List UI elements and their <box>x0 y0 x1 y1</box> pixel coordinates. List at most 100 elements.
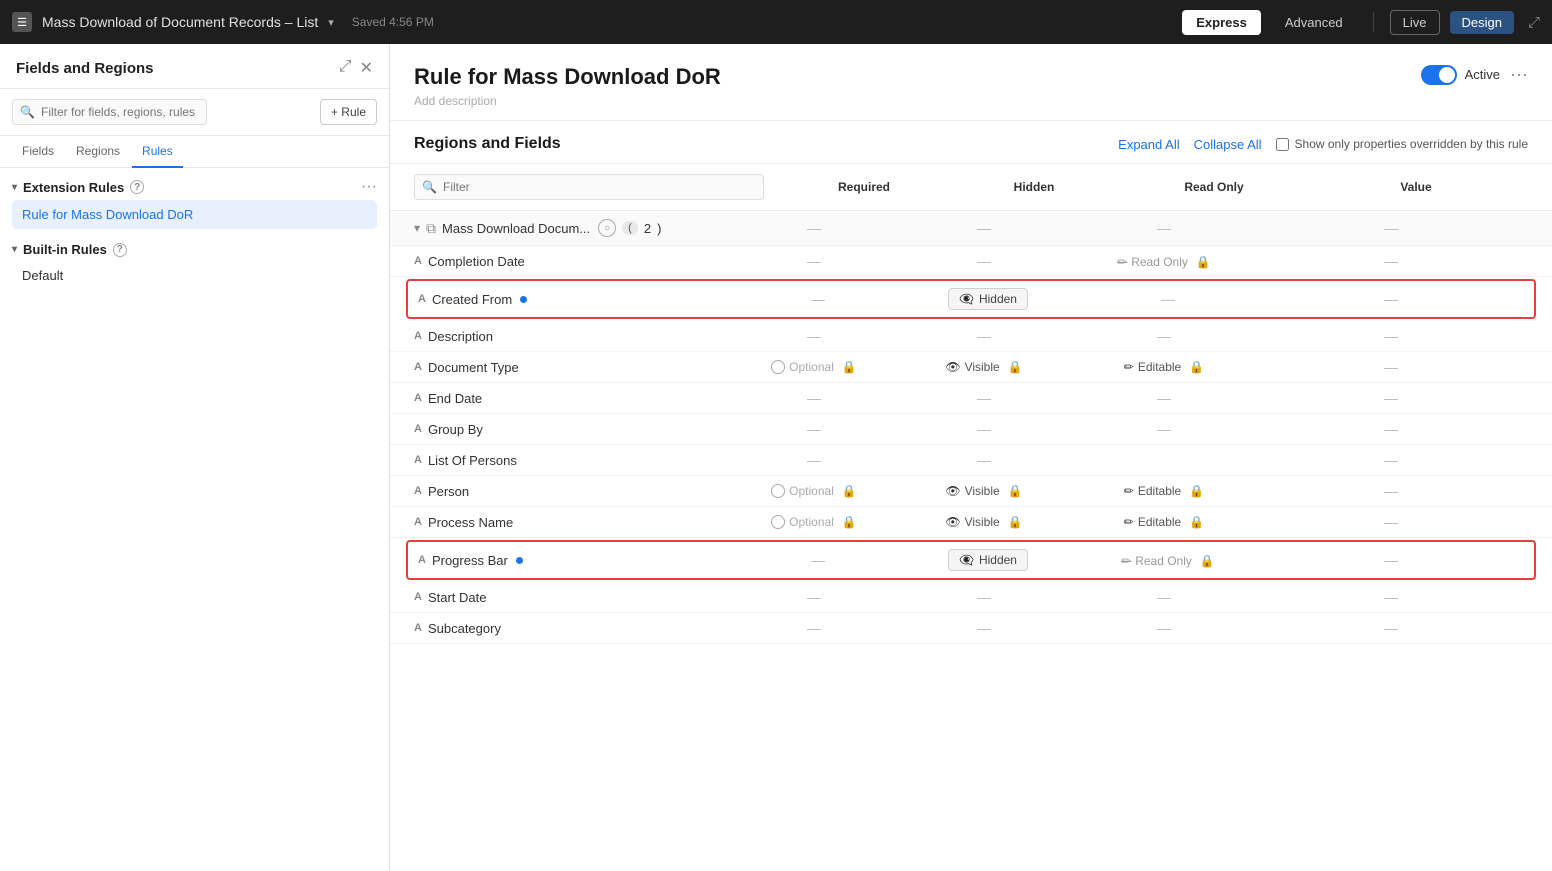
help-icon[interactable]: ? <box>130 180 144 194</box>
active-toggle[interactable] <box>1421 65 1457 85</box>
sidebar-header-icons: ⤢ ✕ <box>339 58 373 78</box>
optional-text: Optional <box>789 515 834 529</box>
col-header-value: Value <box>1304 180 1528 194</box>
table-row: A Group By — — — — <box>390 414 1552 445</box>
field-name: A Subcategory <box>414 621 734 636</box>
field-label: Start Date <box>428 590 487 605</box>
lock-icon: 🔒 <box>1189 360 1204 374</box>
strikethrough-icon: ✏ <box>1117 255 1127 269</box>
region-icon-symbol: ⧉ <box>426 220 436 237</box>
table-row: A Process Name Optional 🔒 👁 Visible 🔒 ✏ … <box>390 507 1552 538</box>
field-hidden-cell: — <box>894 253 1074 269</box>
field-hidden-cell: — <box>894 328 1074 344</box>
close-icon[interactable]: ✕ <box>360 58 373 78</box>
field-hidden-cell: — <box>894 421 1074 437</box>
extension-rules-title[interactable]: ▾ Extension Rules ? <box>12 180 144 195</box>
eye-icon: 👁 <box>945 515 960 529</box>
visible-text: Visible <box>965 484 1000 498</box>
region-value-dash: — <box>1384 220 1398 236</box>
field-readonly-cell[interactable]: ✏ Editable 🔒 <box>1074 484 1254 498</box>
expand-icon[interactable]: ⤢ <box>339 58 352 78</box>
field-hidden-cell[interactable]: 👁 Visible 🔒 <box>894 484 1074 498</box>
doc-icon: ☰ <box>12 12 32 32</box>
add-description[interactable]: Add description <box>414 94 721 108</box>
field-hidden-cell[interactable]: 👁‍🗨 Hidden <box>898 288 1078 310</box>
tab-regions[interactable]: Regions <box>66 136 130 168</box>
strikethrough-icon: ✏ <box>1121 554 1131 568</box>
dot-indicator <box>516 557 523 564</box>
lock-icon: 🔒 <box>842 360 857 374</box>
visible-text: Visible <box>965 515 1000 529</box>
table-row: A Description — — — — <box>390 321 1552 352</box>
field-required-cell[interactable]: Optional 🔒 <box>734 515 894 529</box>
table-body: ▾ ⧉ Mass Download Docum... ○ (2) — — — —… <box>390 211 1552 644</box>
app-title: Mass Download of Document Records – List <box>42 14 318 30</box>
field-readonly-cell: ✏ Read Only 🔒 <box>1078 553 1258 568</box>
express-button[interactable]: Express <box>1182 10 1261 35</box>
field-name: A Created From <box>418 292 738 307</box>
field-required-cell[interactable]: Optional 🔒 <box>734 484 894 498</box>
built-in-rules-title[interactable]: ▾ Built-in Rules ? <box>12 242 127 257</box>
field-readonly-cell[interactable]: ✏ Editable 🔒 <box>1074 515 1254 529</box>
field-label: Process Name <box>428 515 513 530</box>
sidebar-item-default[interactable]: Default <box>12 261 377 290</box>
field-readonly-cell: — <box>1074 620 1254 636</box>
eye-icon: 👁 <box>945 360 960 374</box>
more-icon[interactable]: ··· <box>361 178 377 196</box>
hidden-pill[interactable]: 👁‍🗨 Hidden <box>948 288 1028 310</box>
table-row: A Person Optional 🔒 👁 Visible 🔒 ✏ Editab… <box>390 476 1552 507</box>
region-collapse-icon[interactable]: ▾ <box>414 221 420 235</box>
dropdown-arrow-icon[interactable]: ▾ <box>328 16 334 29</box>
field-required-cell[interactable]: Optional 🔒 <box>734 360 894 374</box>
show-only-checkbox[interactable] <box>1276 138 1289 151</box>
field-value-cell: — <box>1254 390 1528 406</box>
sidebar-search-input[interactable] <box>12 99 207 125</box>
fields-filter-input[interactable] <box>414 174 764 200</box>
rule-more-button[interactable]: ··· <box>1510 64 1528 85</box>
field-readonly-cell[interactable]: ✏ Editable 🔒 <box>1074 360 1254 374</box>
readonly-pill: ✏ Read Only 🔒 <box>1121 554 1215 568</box>
field-name: A Process Name <box>414 515 734 530</box>
optional-radio <box>771 360 785 374</box>
field-hidden-cell[interactable]: 👁 Visible 🔒 <box>894 515 1074 529</box>
editable-text: Editable <box>1138 484 1181 498</box>
hidden-pill[interactable]: 👁‍🗨 Hidden <box>948 549 1028 571</box>
editable-text: Editable <box>1138 515 1181 529</box>
field-value-cell: — <box>1254 359 1528 375</box>
region-hidden-dash: — <box>977 220 991 236</box>
field-label: Progress Bar <box>432 553 508 568</box>
field-required-cell: — <box>738 291 898 307</box>
resize-icon[interactable]: ⤢ <box>1528 14 1540 31</box>
tab-fields[interactable]: Fields <box>12 136 64 168</box>
help-icon-2[interactable]: ? <box>113 243 127 257</box>
field-value-cell: — <box>1254 452 1528 468</box>
collapse-all-button[interactable]: Collapse All <box>1194 137 1262 152</box>
field-hidden-cell: — <box>894 390 1074 406</box>
expand-all-button[interactable]: Expand All <box>1118 137 1179 152</box>
field-required-cell: — <box>734 620 894 636</box>
edit-icon: ✏ <box>1124 515 1134 529</box>
field-hidden-cell: — <box>894 452 1074 468</box>
sidebar-item-rule[interactable]: Rule for Mass Download DoR <box>12 200 377 229</box>
table-row: A End Date — — — — <box>390 383 1552 414</box>
region-row: ▾ ⧉ Mass Download Docum... ○ (2) — — — — <box>390 211 1552 246</box>
design-button[interactable]: Design <box>1450 11 1514 34</box>
field-readonly-cell: — <box>1074 589 1254 605</box>
advanced-button[interactable]: Advanced <box>1271 10 1357 35</box>
readonly-text: Read Only <box>1131 255 1188 269</box>
field-name: A Description <box>414 329 734 344</box>
sidebar-header: Fields and Regions ⤢ ✕ <box>0 44 389 89</box>
sidebar-title: Fields and Regions <box>16 60 154 77</box>
field-hidden-cell[interactable]: 👁 Visible 🔒 <box>894 360 1074 374</box>
show-only-checkbox-wrap[interactable]: Show only properties overridden by this … <box>1276 137 1528 151</box>
add-rule-button[interactable]: + Rule <box>320 99 377 125</box>
field-label: Completion Date <box>428 254 525 269</box>
field-label: End Date <box>428 391 482 406</box>
field-hidden-cell[interactable]: 👁‍🗨 Hidden <box>898 549 1078 571</box>
sidebar: Fields and Regions ⤢ ✕ 🔍 + Rule Fields R… <box>0 44 390 871</box>
tab-rules[interactable]: Rules <box>132 136 183 168</box>
field-label: Document Type <box>428 360 519 375</box>
live-button[interactable]: Live <box>1390 10 1440 35</box>
hidden-text: Hidden <box>979 292 1017 306</box>
field-type-icon: A <box>414 591 422 603</box>
